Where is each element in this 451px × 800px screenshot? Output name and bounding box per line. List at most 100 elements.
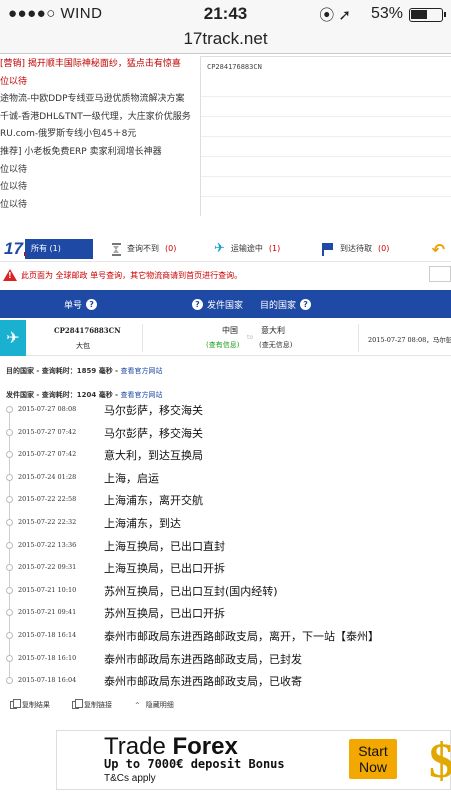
origin-meta-ms: 1204 xyxy=(76,391,97,399)
help-icon[interactable]: ? xyxy=(192,298,203,310)
ad-link[interactable]: 位以待 xyxy=(0,179,200,197)
origin-country: 中国 xyxy=(222,326,238,335)
double-chevron-up-icon: ⌃ xyxy=(134,700,141,710)
event-description: 上海互换局，已出口直封 xyxy=(104,539,225,553)
copy-result-button[interactable]: 复制结果 xyxy=(10,699,50,710)
event-description: 上海，启运 xyxy=(104,471,159,485)
timeline-event: 2015-07-18 16:10 泰州市邮政局东进西路邮政支局，已封发 xyxy=(0,649,451,671)
copy-icon xyxy=(10,699,21,709)
filter-not-found-count: (0) xyxy=(165,244,177,253)
event-date: 2015-07-27 07:42 xyxy=(18,450,77,459)
event-date: 2015-07-22 22:32 xyxy=(18,518,77,526)
event-description: 上海浦东，离开交航 xyxy=(104,494,203,508)
result-actions: 复制结果 复制链接 ⌃ 隐藏明细 xyxy=(0,698,451,716)
package-type: 大包 xyxy=(76,342,90,350)
flag-icon xyxy=(322,243,334,256)
side-input[interactable] xyxy=(429,266,451,282)
ad-link[interactable]: 位以待 xyxy=(0,162,200,180)
ad-link[interactable]: 位以待 xyxy=(0,197,200,215)
ad-link[interactable]: RU.com-俄罗斯专线小包45＋8元 xyxy=(0,126,200,144)
warning-banner: ! 此页面为 全球邮政 单号查询，其它物流商请到首页进行查询。 xyxy=(0,264,451,286)
event-description: 苏州互换局，已出口开拆 xyxy=(104,607,225,621)
help-icon[interactable]: ? xyxy=(86,298,98,310)
event-description: 苏州互换局，已出口互封(国内经转) xyxy=(104,584,278,598)
filter-in-transit[interactable]: ✈ 运输途中 (1) xyxy=(214,239,280,259)
event-date: 2015-07-27 07:42 xyxy=(18,427,77,436)
origin-official-site-link[interactable]: 查看官方网站 xyxy=(120,391,162,399)
event-date: 2015-07-18 16:14 xyxy=(18,631,77,639)
now-label: Now xyxy=(358,759,387,775)
timeline-dot xyxy=(6,428,13,436)
event-date: 2015-07-27 08:08 xyxy=(18,405,77,413)
col-destination: 目的国家 ? xyxy=(260,290,312,318)
ad-headline-bold: Forex xyxy=(172,733,238,760)
destination-status: (查无信息) xyxy=(259,341,293,349)
origin-query-info: 发件国家 - 查询耗时：1204 毫秒 - 查看官方网站 xyxy=(6,390,162,400)
event-date: 2015-07-21 10:10 xyxy=(18,585,77,594)
col-origin: ? 发件国家 xyxy=(192,290,243,318)
dest-meta-unit: 毫秒 - xyxy=(96,367,121,375)
filter-pickup-count: (0) xyxy=(378,244,390,253)
event-date: 2015-07-22 13:36 xyxy=(18,540,77,549)
tracking-number-panel: CP284176883CN xyxy=(200,56,451,216)
timeline-dot xyxy=(6,632,13,639)
ad-link[interactable]: 推荐] 小老板免费ERP 卖家利润增长神器 xyxy=(0,144,200,162)
status-bar: ●●●●○ WIND 21:43 ⦿ ➚ 53% xyxy=(0,0,451,26)
warning-icon: ! xyxy=(3,269,17,281)
col-tracking-no-label: 单号 xyxy=(64,300,83,311)
help-icon[interactable]: ? xyxy=(300,298,312,310)
hide-details-button[interactable]: ⌃ 隐藏明细 xyxy=(134,700,174,710)
forex-ad-banner[interactable]: Trade Forex Up to 7000€ deposit Bonus T&… xyxy=(56,730,451,790)
origin-status: (查有信息) xyxy=(206,341,240,349)
timeline-dot xyxy=(6,451,13,459)
origin-meta-unit: 毫秒 - xyxy=(96,391,121,399)
copy-link-label: 复制链接 xyxy=(84,701,112,709)
filter-in-transit-count: (1) xyxy=(268,244,281,253)
copy-link-button[interactable]: 复制链接 xyxy=(72,699,112,710)
hide-details-label: 隐藏明细 xyxy=(145,701,174,709)
timeline-dot xyxy=(6,519,13,526)
ad-disclaimer: T&Cs apply xyxy=(104,773,156,784)
event-description: 意大利，到达互换局 xyxy=(104,449,203,463)
event-description: 马尔彭萨，移交海关 xyxy=(104,404,203,417)
filter-arrived-pickup[interactable]: 到达待取 (0) xyxy=(322,239,389,259)
destination-query-info: 目的国家 - 查询耗时：1859 毫秒 - 查看官方网站 xyxy=(6,366,162,376)
shipment-summary-row[interactable]: ✈ CP284176883CN 大包 中国 (查有信息) to 意大利 (查无信… xyxy=(0,320,451,356)
timeline-event: 2015-07-27 08:08 马尔彭萨，移交海关 xyxy=(0,400,451,422)
tracking-number[interactable]: CP284176883CN xyxy=(54,326,121,335)
filter-not-found[interactable]: 查询不到 (0) xyxy=(112,239,176,259)
status-icons: ⦿ ➚ xyxy=(319,7,351,24)
ad-link[interactable]: 途物流-中欧DDP专线亚马逊优质物流解决方案 xyxy=(0,91,200,109)
battery-icon xyxy=(409,8,446,22)
filter-all-label: 所有 xyxy=(31,244,47,253)
url-bar[interactable]: 17track.net xyxy=(0,26,451,54)
destination-country: 意大利 xyxy=(261,326,285,335)
dollar-coin-icon: $ xyxy=(429,732,451,788)
ad-subline: Up to 7000€ deposit Bonus xyxy=(104,757,285,771)
event-date: 2015-07-22 22:58 xyxy=(18,495,77,504)
event-description: 马尔彭萨，移交海关 xyxy=(104,426,203,440)
results-header: 单号 ? ? 发件国家 目的国家 ? xyxy=(0,290,451,318)
route-arrow: to xyxy=(247,334,254,341)
filter-pickup-label: 到达待取 xyxy=(340,244,372,253)
hourglass-icon xyxy=(112,242,121,256)
timeline-dot xyxy=(6,586,13,594)
timeline-event: 2015-07-22 22:58 上海浦东，离开交航 xyxy=(0,490,451,512)
dest-official-site-link[interactable]: 查看官方网站 xyxy=(120,367,162,375)
event-date: 2015-07-24 01:28 xyxy=(18,472,77,481)
start-now-button[interactable]: Start Now xyxy=(349,739,397,779)
filter-all[interactable]: 所有 (1) xyxy=(25,239,93,259)
timeline-event: 2015-07-24 01:28 上海，启运 xyxy=(0,468,451,490)
tracking-number-input[interactable]: CP284176883CN xyxy=(207,63,262,71)
status-filter-bar: 17 所有 (1) 查询不到 (0) ✈ 运输途中 (1) 到达待取 (0) ↶ xyxy=(0,236,451,262)
timeline-dot xyxy=(6,609,13,617)
back-arrow-icon[interactable]: ↶ xyxy=(432,240,445,259)
timeline-event: 2015-07-18 16:04 泰州市邮政局东进西路邮政支局，已收寄 xyxy=(0,671,451,693)
ad-link-list: [营销] 揭开顺丰国际神秘面纱，猛点击有惊喜 位以待 途物流-中欧DDP专线亚马逊优… xyxy=(0,56,200,216)
timeline-event: 2015-07-22 22:32 上海浦东，到达 xyxy=(0,513,451,535)
timeline-event: 2015-07-21 10:10 苏州互换局，已出口互封(国内经转) xyxy=(0,581,451,603)
ad-link[interactable]: 位以待 xyxy=(0,74,200,92)
event-description: 上海互换局，已出口开拆 xyxy=(104,562,225,576)
ad-link[interactable]: 千诚-香港DHL&TNT一级代理，大庄家价优服务 xyxy=(0,109,200,127)
ad-link[interactable]: [营销] 揭开顺丰国际神秘面纱，猛点击有惊喜 xyxy=(0,56,200,74)
